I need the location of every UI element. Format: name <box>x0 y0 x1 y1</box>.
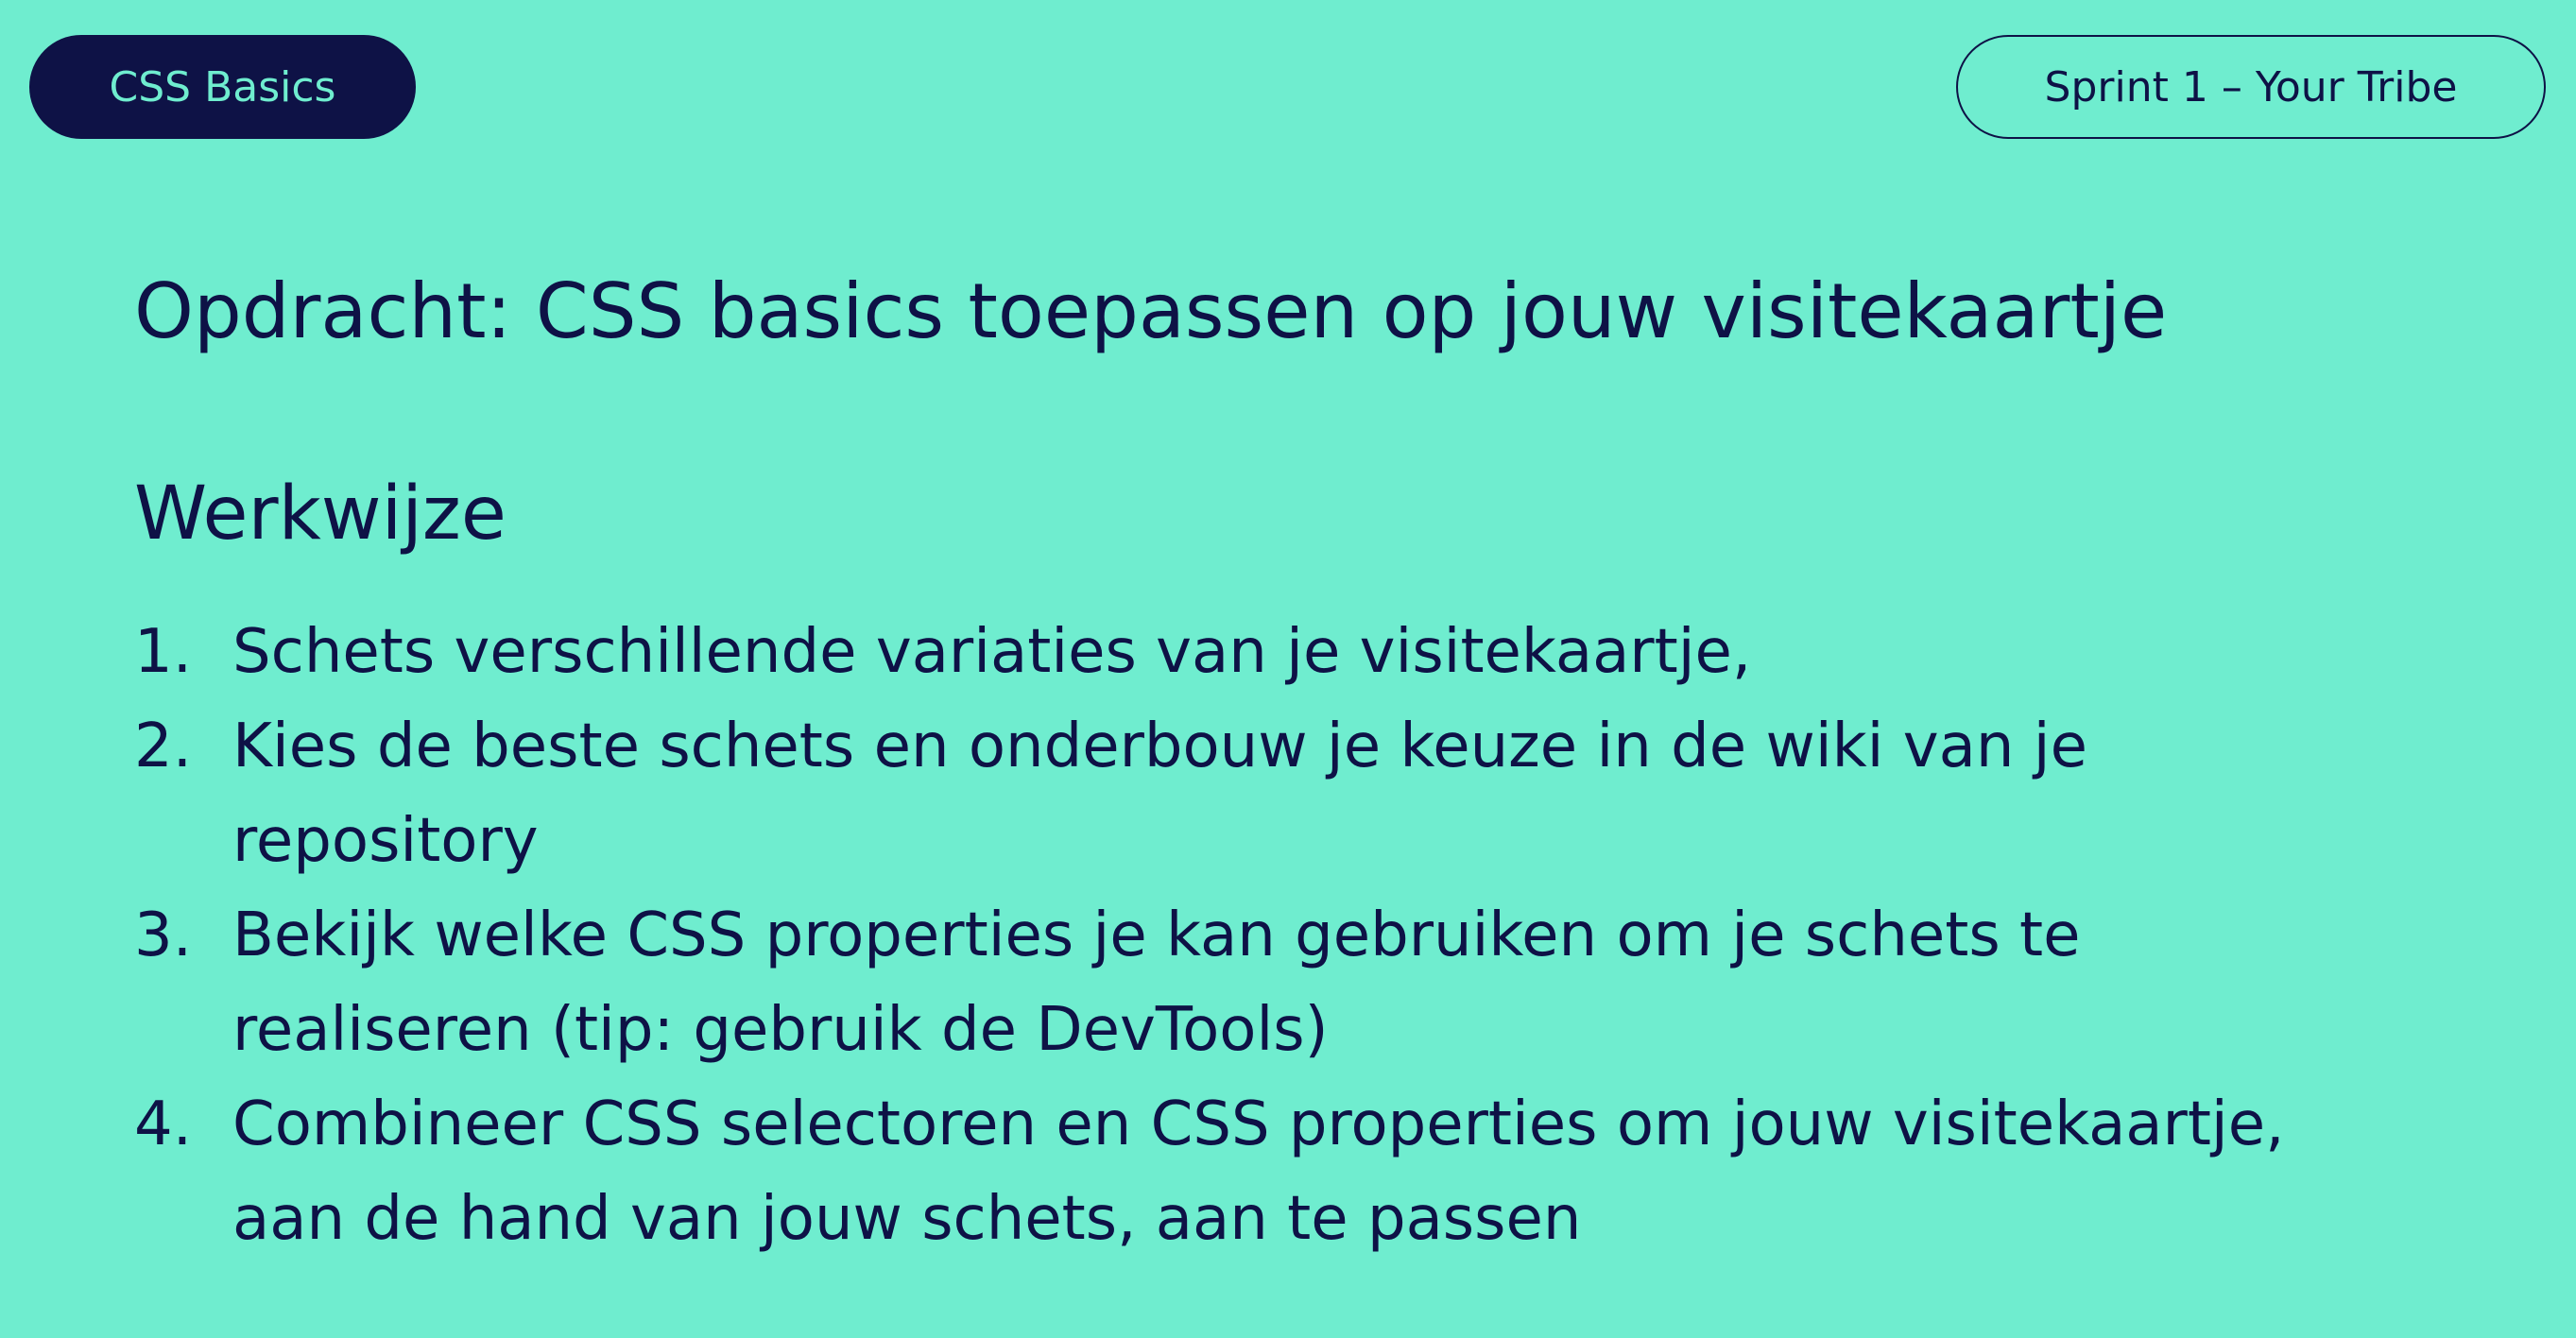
list-item: 4. Combineer CSS selectoren en CSS prope… <box>134 1077 2440 1266</box>
steps-list: 1. Schets verschillende variaties van je… <box>134 605 2440 1266</box>
course-badge: CSS Basics <box>29 35 416 139</box>
step-number: 1. <box>134 617 193 687</box>
list-item: 2. Kies de beste schets en onderbouw je … <box>134 699 2440 888</box>
step-text: Bekijk welke CSS properties je kan gebru… <box>232 901 2081 1065</box>
page-title: Opdracht: CSS basics toepassen op jouw v… <box>134 267 2168 355</box>
step-text: Kies de beste schets en onderbouw je keu… <box>232 712 2087 876</box>
step-number: 3. <box>134 901 193 970</box>
step-number: 2. <box>134 712 193 781</box>
step-text: Schets verschillende variaties van je vi… <box>232 617 1752 687</box>
step-text: Combineer CSS selectoren en CSS properti… <box>232 1089 2285 1254</box>
sprint-badge: Sprint 1 – Your Tribe <box>1956 35 2546 139</box>
section-heading: Werkwijze <box>134 472 507 557</box>
step-number: 4. <box>134 1089 193 1159</box>
list-item: 1. Schets verschillende variaties van je… <box>134 605 2440 699</box>
list-item: 3. Bekijk welke CSS properties je kan ge… <box>134 888 2440 1077</box>
